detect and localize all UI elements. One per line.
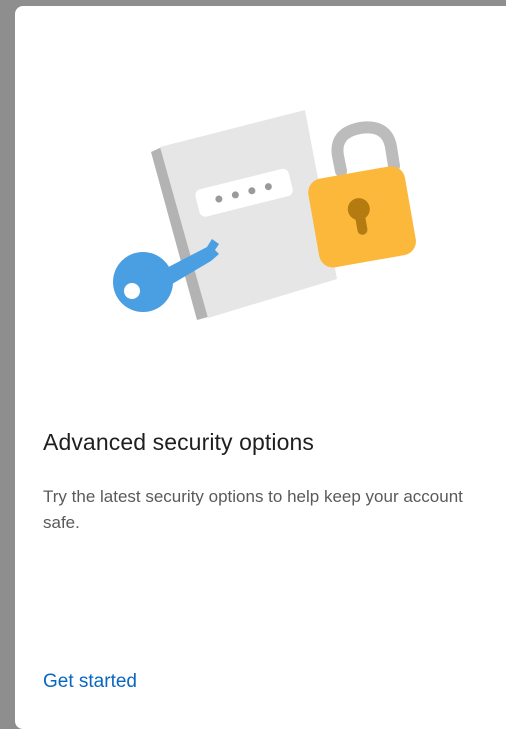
padlock-icon: [308, 121, 416, 268]
card-description: Try the latest security options to help …: [43, 487, 463, 532]
password-book-icon: [151, 110, 337, 320]
card-title: Advanced security options: [43, 429, 314, 455]
security-illustration: [113, 110, 416, 320]
get-started-link[interactable]: Get started: [43, 671, 137, 693]
security-options-card: Advanced security options Try the latest…: [15, 6, 506, 729]
